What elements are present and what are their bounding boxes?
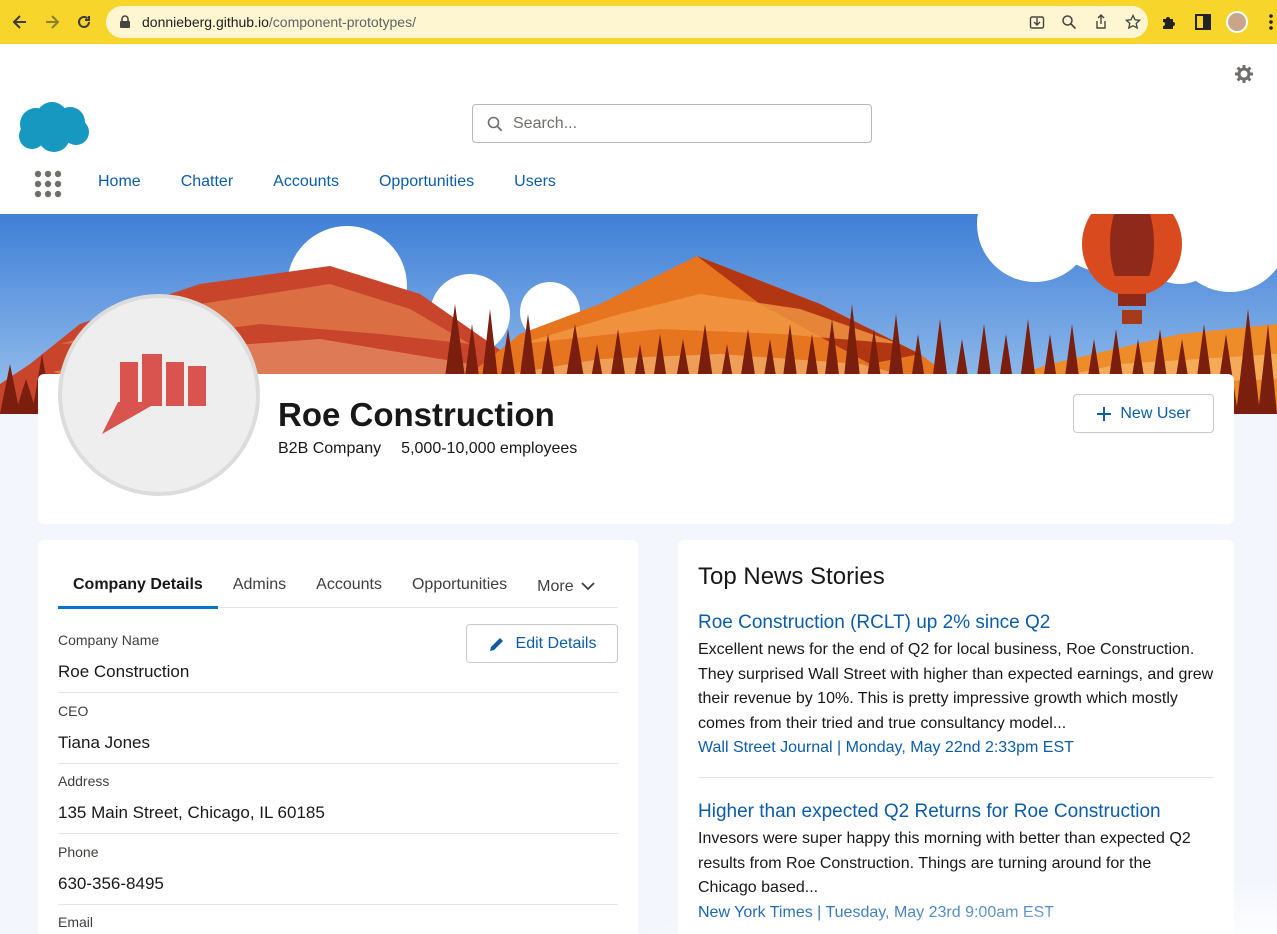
browser-toolbar: donnieberg.github.io/component-prototype… [0,0,1277,44]
field-ceo: CEO Tiana Jones [58,703,618,764]
new-user-button[interactable]: New User [1073,394,1214,433]
lock-icon [120,15,130,28]
search-input[interactable] [513,114,843,133]
field-company-name: Company Name Roe Construction [58,632,618,693]
news-story: Roe Construction (RCLT) up 2% since Q2 E… [698,612,1214,757]
details-tabs: Company Details Admins Accounts Opportun… [58,564,618,609]
divider [698,777,1214,778]
zoom-icon[interactable] [1060,13,1078,31]
story-source-link[interactable]: Wall Street Journal | Monday, May 22nd 2… [698,739,1214,757]
sidepanel-icon[interactable] [1192,11,1214,33]
nav-opportunities[interactable]: Opportunities [379,173,474,191]
url-host: donnieberg.github.io [142,14,269,30]
field-email: Email [58,914,618,930]
global-nav: Home Chatter Accounts Opportunities User… [98,173,596,191]
company-title: Roe Construction [278,396,555,433]
news-card: Top News Stories Roe Construction (RCLT)… [678,540,1234,934]
salesforce-cloud-logo[interactable] [18,102,90,154]
install-icon[interactable] [1028,13,1046,31]
tab-accounts[interactable]: Accounts [301,564,397,608]
story-body: Excellent news for the end of Q2 for loc… [698,641,1214,732]
story-headline-link[interactable]: Roe Construction (RCLT) up 2% since Q2 [698,612,1214,634]
field-label: Company Name [58,632,160,648]
field-label: Address [58,773,110,789]
company-meta: B2B Company 5,000-10,000 employees [278,440,577,458]
field-address: Address 135 Main Street, Chicago, IL 601… [58,773,618,834]
forward-icon[interactable] [36,6,68,38]
search-box[interactable] [472,104,872,143]
field-label: Phone [58,844,99,860]
company-logo-avatar [58,294,260,496]
nav-users[interactable]: Users [514,173,556,191]
plus-icon [1097,406,1112,421]
field-phone: Phone 630-356-8495 [58,844,618,905]
story-body: Invesors were super happy this morning w… [698,830,1191,896]
field-value: Tiana Jones [58,733,150,752]
news-story: Higher than expected Q2 Returns for Roe … [698,801,1214,922]
field-label: Email [58,914,94,930]
tab-more-label: More [537,578,574,595]
roe-construction-logo [102,354,206,434]
field-value: 135 Main Street, Chicago, IL 60185 [58,803,325,822]
extensions-icon[interactable] [1158,11,1180,33]
story-headline-link[interactable]: Higher than expected Q2 Returns for Roe … [698,801,1214,823]
gear-icon[interactable] [1234,64,1254,84]
new-user-label: New User [1120,404,1191,422]
tab-admins[interactable]: Admins [218,564,301,608]
search-icon [487,116,503,131]
share-icon[interactable] [1092,13,1110,31]
url-path: /component-prototypes/ [268,14,416,30]
back-icon[interactable] [4,6,36,38]
reload-icon[interactable] [68,6,100,38]
field-value: 630-356-8495 [58,874,164,893]
tab-more[interactable]: More [522,564,610,608]
address-bar[interactable]: donnieberg.github.io/component-prototype… [106,6,1148,38]
tab-company-details[interactable]: Company Details [58,564,218,609]
profile-avatar-icon[interactable] [1226,11,1248,33]
chevron-down-icon [580,582,595,591]
nav-home[interactable]: Home [98,173,141,191]
app-launcher-icon[interactable] [34,170,62,198]
company-details-card: Company Details Admins Accounts Opportun… [38,540,638,934]
bookmark-star-icon[interactable] [1124,13,1142,31]
menu-kebab-icon[interactable] [1260,11,1277,33]
company-type: B2B Company [278,440,382,457]
news-title: Top News Stories [698,563,885,590]
app-header: Home Chatter Accounts Opportunities User… [0,44,1277,214]
nav-accounts[interactable]: Accounts [273,173,339,191]
story-source-link[interactable]: New York Times | Tuesday, May 23rd 9:00a… [698,904,1214,922]
tab-opportunities[interactable]: Opportunities [397,564,522,608]
employee-count: 5,000-10,000 employees [401,440,578,457]
nav-chatter[interactable]: Chatter [181,173,233,191]
field-value: Roe Construction [58,662,190,681]
field-label: CEO [58,703,89,719]
